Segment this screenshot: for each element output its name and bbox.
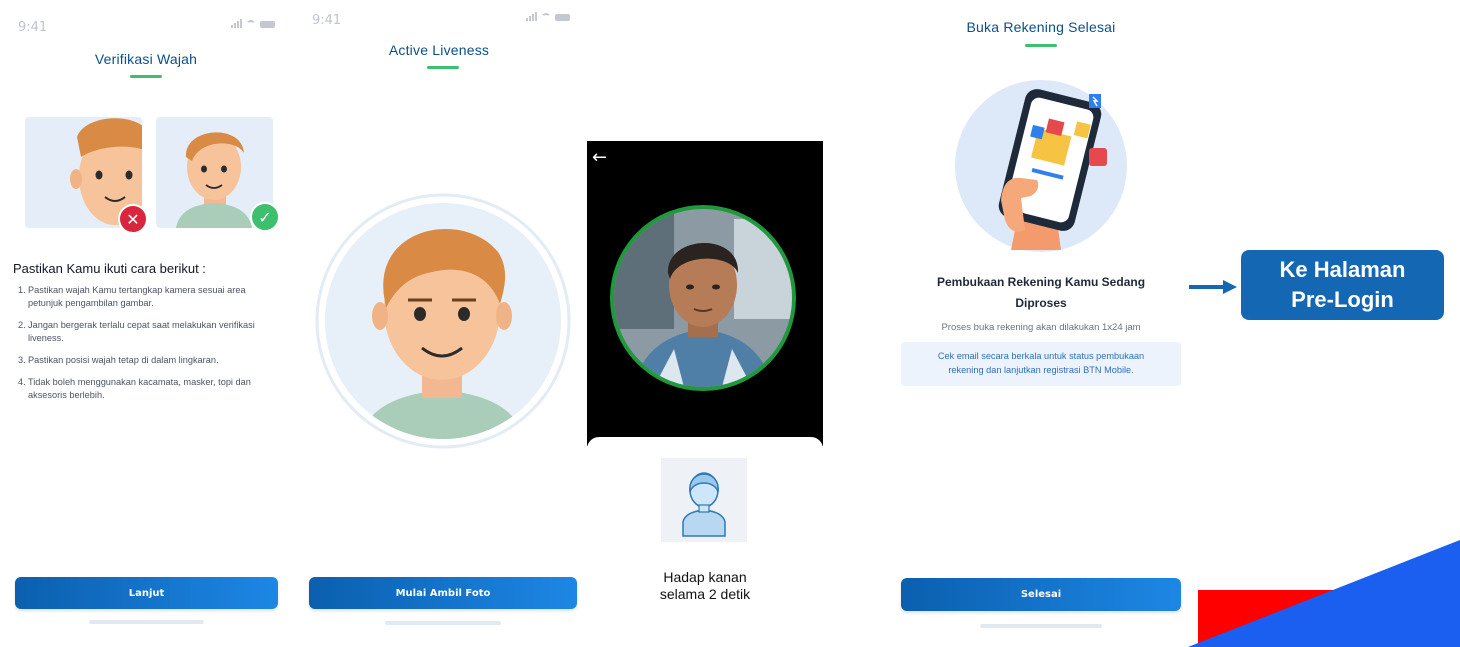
list-item: 3. Pastikan posisi wajah tetap di dalam l… (18, 355, 219, 365)
list-item: 1. Pastikan wajah Kamu tertangkap kamera … (18, 285, 246, 308)
page-title: Buka Rekening Selesai (966, 19, 1116, 35)
signal-icon (526, 12, 537, 21)
email-info-note: Cek email secara berkala untuk status pe… (901, 342, 1181, 386)
home-indicator (89, 620, 204, 624)
selesai-button[interactable]: Selesai (901, 578, 1181, 611)
home-indicator (980, 624, 1102, 628)
user-face-photo (614, 209, 792, 387)
camera-preview: ← (587, 141, 823, 446)
instructions-list: 1. Pastikan wajah Kamu tertangkap kamera … (18, 284, 276, 411)
status-icons (231, 19, 275, 28)
status-heading: Pembukaan Rekening Kamu Sedang Diproses (936, 275, 1146, 310)
battery-icon (260, 21, 275, 28)
wifi-icon (246, 20, 256, 28)
pose-instruction-text: Hadap kanan selama 2 detik (659, 569, 751, 602)
battery-icon (555, 14, 570, 21)
back-arrow-icon[interactable]: ← (592, 147, 607, 168)
decorative-corner-shape (1188, 540, 1460, 647)
face-guide-illustration (315, 193, 571, 449)
title-underline (1025, 44, 1057, 47)
pre-login-callout: Ke Halaman Pre-Login (1241, 250, 1444, 320)
home-indicator (385, 621, 501, 625)
page-title: Active Liveness (388, 42, 490, 58)
list-item: 4. Tidak boleh menggunakan kacamata, mask… (18, 377, 251, 400)
list-item: 2. Jangan bergerak terlalu cepat saat mel… (18, 320, 255, 343)
screen-active-liveness: 9:41 Active Liveness Mulai Ambil Foto (294, 0, 584, 647)
title-underline (130, 75, 162, 78)
status-time: 9:41 (18, 20, 48, 35)
status-icons (526, 12, 570, 21)
page-title: Verifikasi Wajah (94, 51, 198, 67)
instructions-heading: Pastikan Kamu ikuti cara berikut : (13, 261, 206, 276)
pose-guide-card (661, 458, 747, 542)
lanjut-button[interactable]: Lanjut (15, 577, 278, 609)
screen-camera-capture: ← Hadap kanan selama 2 detik (587, 0, 823, 647)
status-time: 9:41 (312, 13, 342, 28)
processing-time-text: Proses buka rekening akan dilakukan 1x24… (941, 322, 1141, 333)
wifi-icon (541, 13, 551, 21)
phone-in-hand-illustration (998, 89, 1107, 250)
arrow-right-icon (1189, 280, 1237, 294)
pose-instruction-sheet: Hadap kanan selama 2 detik (587, 437, 823, 647)
screen-verifikasi-wajah: 9:41 Verifikasi Wajah ✕ ✓ Pastikan Kamu … (0, 0, 292, 647)
screen-buka-rekening-selesai: Buka Rekening Selesai Pembukaan Rekening… (886, 0, 1196, 647)
success-check-icon: ✓ (250, 202, 280, 232)
title-underline (427, 66, 459, 69)
user-silhouette-icon (682, 472, 726, 537)
signal-icon (231, 19, 242, 28)
mulai-ambil-foto-button[interactable]: Mulai Ambil Foto (309, 577, 577, 609)
face-capture-frame (610, 205, 796, 391)
error-badge-icon: ✕ (118, 204, 148, 234)
